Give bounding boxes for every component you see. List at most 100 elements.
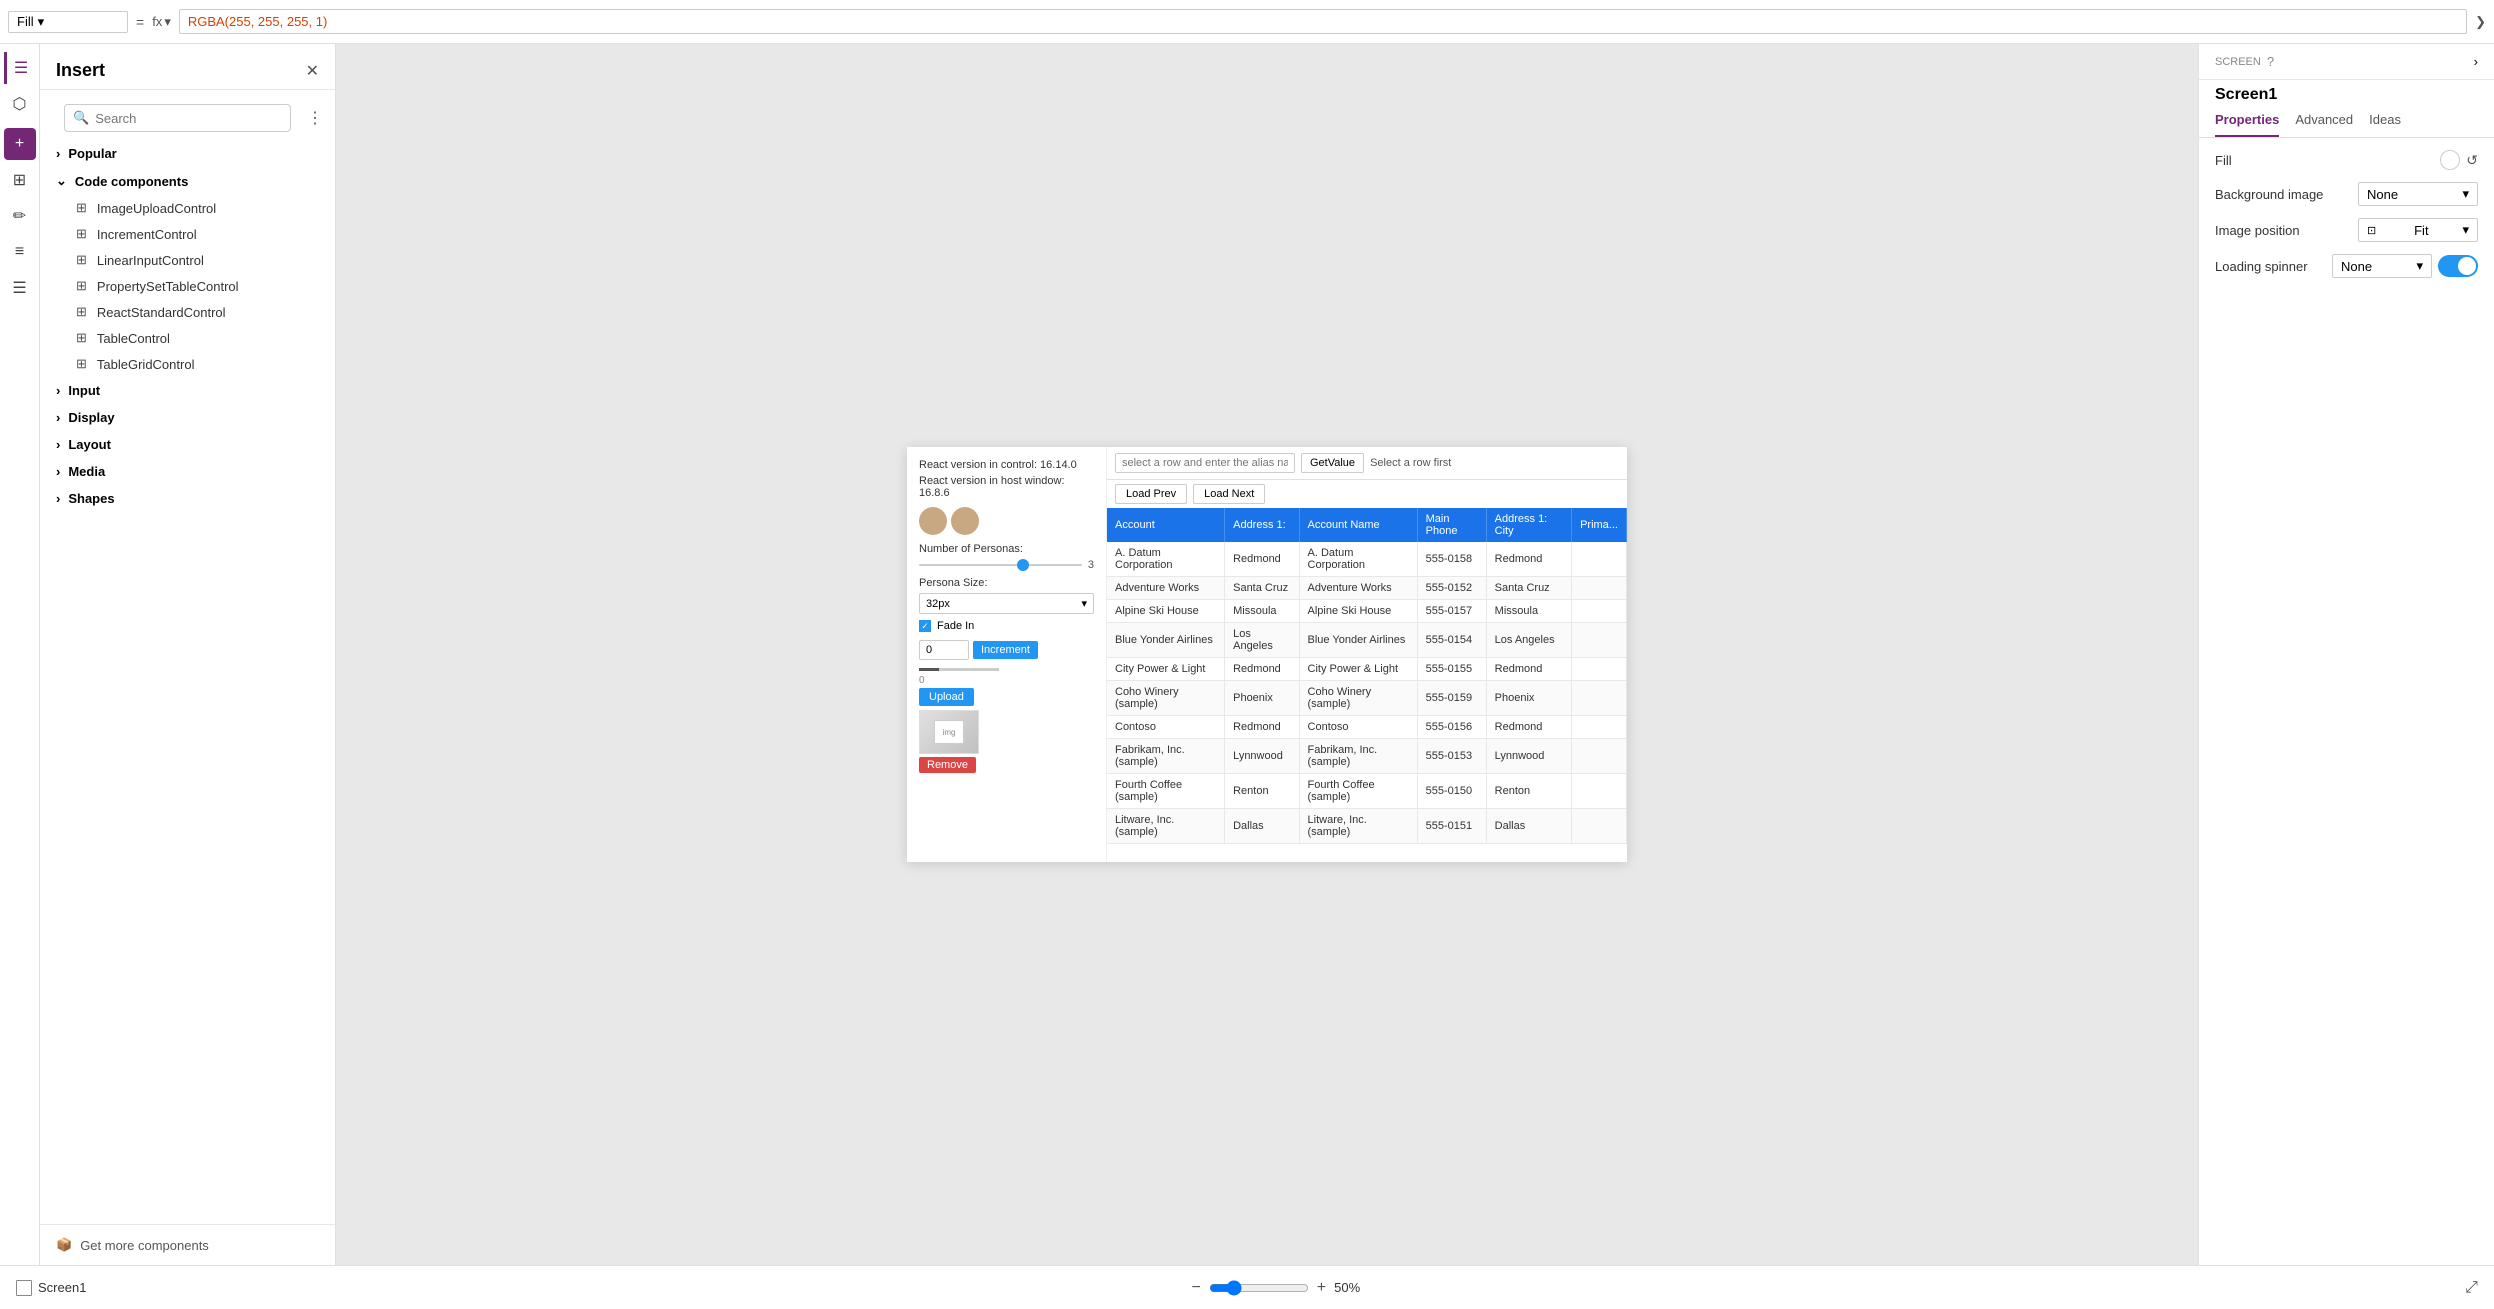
expand-button[interactable]: ⤢ bbox=[2465, 1279, 2478, 1297]
fade-in-checkbox[interactable]: ✓ bbox=[919, 620, 931, 632]
sidebar-icon-hamburger[interactable]: ☰ bbox=[4, 52, 36, 84]
sidebar-icon-pencil[interactable]: ✏ bbox=[4, 200, 36, 232]
table-row[interactable]: City Power & LightRedmondCity Power & Li… bbox=[1107, 658, 1627, 681]
table-row[interactable]: Adventure WorksSanta CruzAdventure Works… bbox=[1107, 577, 1627, 600]
category-shapes[interactable]: › Shapes bbox=[40, 485, 335, 512]
table-row[interactable]: A. Datum CorporationRedmondA. Datum Corp… bbox=[1107, 542, 1627, 577]
sidebar-icon-add[interactable]: + bbox=[4, 128, 36, 160]
fx-btn[interactable]: fx ▾ bbox=[152, 14, 171, 30]
table-cell[interactable]: Coho Winery (sample) bbox=[1107, 681, 1225, 716]
sidebar-icon-hexagon[interactable]: ⬡ bbox=[4, 88, 36, 120]
formula-bar[interactable] bbox=[179, 9, 2467, 34]
volume-track bbox=[919, 668, 999, 671]
alias-input[interactable] bbox=[1115, 453, 1295, 473]
table-cell[interactable]: Alpine Ski House bbox=[1107, 600, 1225, 623]
persona-size-dropdown[interactable]: 32px ▾ bbox=[919, 593, 1094, 614]
load-next-button[interactable]: Load Next bbox=[1193, 484, 1265, 504]
personas-slider-thumb[interactable] bbox=[1017, 559, 1029, 571]
table-row[interactable]: Litware, Inc. (sample)DallasLitware, Inc… bbox=[1107, 809, 1627, 844]
item-increment-label: IncrementControl bbox=[97, 227, 197, 242]
fill-reset-icon[interactable]: ↺ bbox=[2466, 152, 2478, 169]
screen-tab-label: Screen1 bbox=[38, 1280, 86, 1295]
get-value-button[interactable]: GetValue bbox=[1301, 453, 1364, 473]
fill-dropdown[interactable]: Fill ▾ bbox=[8, 11, 128, 33]
item-propertyset[interactable]: ⊞ PropertySetTableControl bbox=[40, 273, 335, 299]
category-media[interactable]: › Media bbox=[40, 458, 335, 485]
table-cell[interactable]: Litware, Inc. (sample) bbox=[1299, 809, 1417, 844]
sidebar-icon-menu[interactable]: ☰ bbox=[4, 272, 36, 304]
table-row[interactable]: Fabrikam, Inc. (sample)LynnwoodFabrikam,… bbox=[1107, 739, 1627, 774]
table-cell[interactable]: Coho Winery (sample) bbox=[1299, 681, 1417, 716]
table-cell[interactable]: Adventure Works bbox=[1299, 577, 1417, 600]
search-bar[interactable]: 🔍 bbox=[64, 104, 291, 132]
table-row[interactable]: Coho Winery (sample)PhoenixCoho Winery (… bbox=[1107, 681, 1627, 716]
category-input[interactable]: › Input bbox=[40, 377, 335, 404]
table-cell[interactable]: Adventure Works bbox=[1107, 577, 1225, 600]
table-row[interactable]: Fourth Coffee (sample)RentonFourth Coffe… bbox=[1107, 774, 1627, 809]
insert-list: › Popular ⌄ Code components ⊞ ImageUploa… bbox=[40, 140, 335, 1224]
item-reactstandard-label: ReactStandardControl bbox=[97, 305, 226, 320]
table-cell[interactable]: Fabrikam, Inc. (sample) bbox=[1107, 739, 1225, 774]
num-input[interactable] bbox=[919, 640, 969, 660]
loading-spinner-label: Loading spinner bbox=[2215, 259, 2308, 274]
item-increment[interactable]: ⊞ IncrementControl bbox=[40, 221, 335, 247]
image-position-row: Image position ⊡ Fit ▾ bbox=[2215, 218, 2478, 242]
sidebar-icon-lines[interactable]: ≡ bbox=[4, 236, 36, 268]
remove-button[interactable]: Remove bbox=[919, 757, 976, 773]
tab-advanced[interactable]: Advanced bbox=[2295, 104, 2353, 137]
get-more-components[interactable]: 📦 Get more components bbox=[40, 1224, 335, 1265]
table-cell[interactable]: Fourth Coffee (sample) bbox=[1107, 774, 1225, 809]
table-cell[interactable]: Fourth Coffee (sample) bbox=[1299, 774, 1417, 809]
item-propertyset-label: PropertySetTableControl bbox=[97, 279, 239, 294]
table-cell: 555-0152 bbox=[1417, 577, 1486, 600]
table-cell[interactable]: A. Datum Corporation bbox=[1299, 542, 1417, 577]
category-display[interactable]: › Display bbox=[40, 404, 335, 431]
table-cell: Redmond bbox=[1225, 542, 1299, 577]
item-linearinput[interactable]: ⊞ LinearInputControl bbox=[40, 247, 335, 273]
item-tablecontrol[interactable]: ⊞ TableControl bbox=[40, 325, 335, 351]
zoom-slider[interactable] bbox=[1209, 1280, 1309, 1296]
table-cell[interactable]: Alpine Ski House bbox=[1299, 600, 1417, 623]
table-cell[interactable]: Litware, Inc. (sample) bbox=[1107, 809, 1225, 844]
table-row[interactable]: Alpine Ski HouseMissoulaAlpine Ski House… bbox=[1107, 600, 1627, 623]
table-cell[interactable]: City Power & Light bbox=[1299, 658, 1417, 681]
table-row[interactable]: Blue Yonder AirlinesLos AngelesBlue Yond… bbox=[1107, 623, 1627, 658]
more-options-icon[interactable]: ⋮ bbox=[307, 108, 323, 128]
item-tablegrid[interactable]: ⊞ TableGridControl bbox=[40, 351, 335, 377]
sidebar-icon-grid[interactable]: ⊞ bbox=[4, 164, 36, 196]
spinner-toggle[interactable] bbox=[2438, 255, 2478, 277]
table-cell bbox=[1572, 600, 1627, 623]
table-cell[interactable]: Fabrikam, Inc. (sample) bbox=[1299, 739, 1417, 774]
category-code-components[interactable]: ⌄ Code components bbox=[40, 167, 335, 195]
table-row[interactable]: ContosoRedmondContoso555-0156Redmond bbox=[1107, 716, 1627, 739]
search-input[interactable] bbox=[95, 111, 282, 126]
table-cell[interactable]: Blue Yonder Airlines bbox=[1299, 623, 1417, 658]
load-prev-button[interactable]: Load Prev bbox=[1115, 484, 1187, 504]
table-cell[interactable]: City Power & Light bbox=[1107, 658, 1225, 681]
screen-tab[interactable]: Screen1 bbox=[16, 1280, 86, 1296]
tab-properties[interactable]: Properties bbox=[2215, 104, 2279, 137]
table-cell[interactable]: A. Datum Corporation bbox=[1107, 542, 1225, 577]
item-reactstandard[interactable]: ⊞ ReactStandardControl bbox=[40, 299, 335, 325]
spinner-dropdown[interactable]: None ▾ bbox=[2332, 254, 2432, 278]
insert-close-icon[interactable]: ✕ bbox=[306, 61, 319, 81]
zoom-out-button[interactable]: − bbox=[1191, 1279, 1200, 1297]
increment-button[interactable]: Increment bbox=[973, 641, 1038, 659]
image-position-dropdown[interactable]: ⊡ Fit ▾ bbox=[2358, 218, 2478, 242]
zoom-in-button[interactable]: + bbox=[1317, 1279, 1326, 1297]
fill-label: Fill bbox=[17, 14, 34, 29]
table-cell bbox=[1572, 658, 1627, 681]
fill-color-swatch[interactable] bbox=[2440, 150, 2460, 170]
bg-image-dropdown[interactable]: None ▾ bbox=[2358, 182, 2478, 206]
category-layout[interactable]: › Layout bbox=[40, 431, 335, 458]
category-popular[interactable]: › Popular bbox=[40, 140, 335, 167]
insert-header: Insert ✕ bbox=[40, 44, 335, 90]
avatar-1 bbox=[919, 507, 947, 535]
table-cell[interactable]: Blue Yonder Airlines bbox=[1107, 623, 1225, 658]
table-cell[interactable]: Contoso bbox=[1107, 716, 1225, 739]
upload-button[interactable]: Upload bbox=[919, 688, 974, 706]
tab-ideas[interactable]: Ideas bbox=[2369, 104, 2401, 137]
table-cell[interactable]: Contoso bbox=[1299, 716, 1417, 739]
help-icon[interactable]: ? bbox=[2267, 54, 2274, 69]
item-imageupload[interactable]: ⊞ ImageUploadControl bbox=[40, 195, 335, 221]
